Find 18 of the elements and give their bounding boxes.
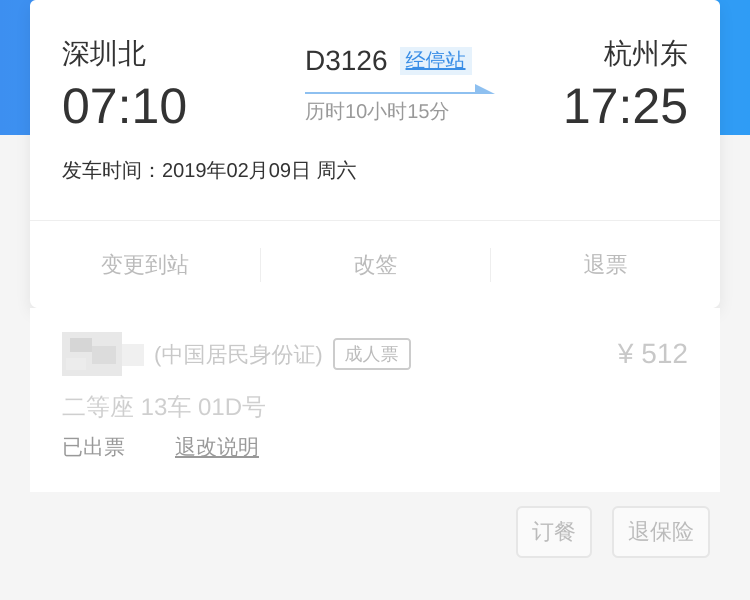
- departure-station: 深圳北: [62, 37, 147, 71]
- arrival-station: 杭州东: [604, 37, 688, 71]
- action-button[interactable]: 改签: [261, 244, 490, 284]
- service-button[interactable]: 订餐: [516, 506, 592, 558]
- refund-rules-link[interactable]: 退改说明: [175, 432, 259, 464]
- duration: 历时10小时15分: [305, 100, 450, 125]
- departure-time: 07:10: [62, 77, 188, 136]
- departure-date: 2019年02月09日 周六: [162, 159, 357, 184]
- train-number: D3126: [305, 44, 388, 78]
- stops-link[interactable]: 经停站: [400, 47, 472, 75]
- service-button[interactable]: 退保险: [612, 506, 710, 558]
- action-button[interactable]: 变更到站: [30, 244, 260, 284]
- ticket-type-tag: 成人票: [332, 338, 411, 370]
- arrival-time: 17:25: [562, 77, 688, 136]
- ticket-status: 已出票: [62, 435, 125, 461]
- departure-date-label: 发车时间：: [62, 159, 162, 184]
- action-button[interactable]: 退票: [491, 244, 720, 284]
- arrow-icon: [305, 84, 495, 96]
